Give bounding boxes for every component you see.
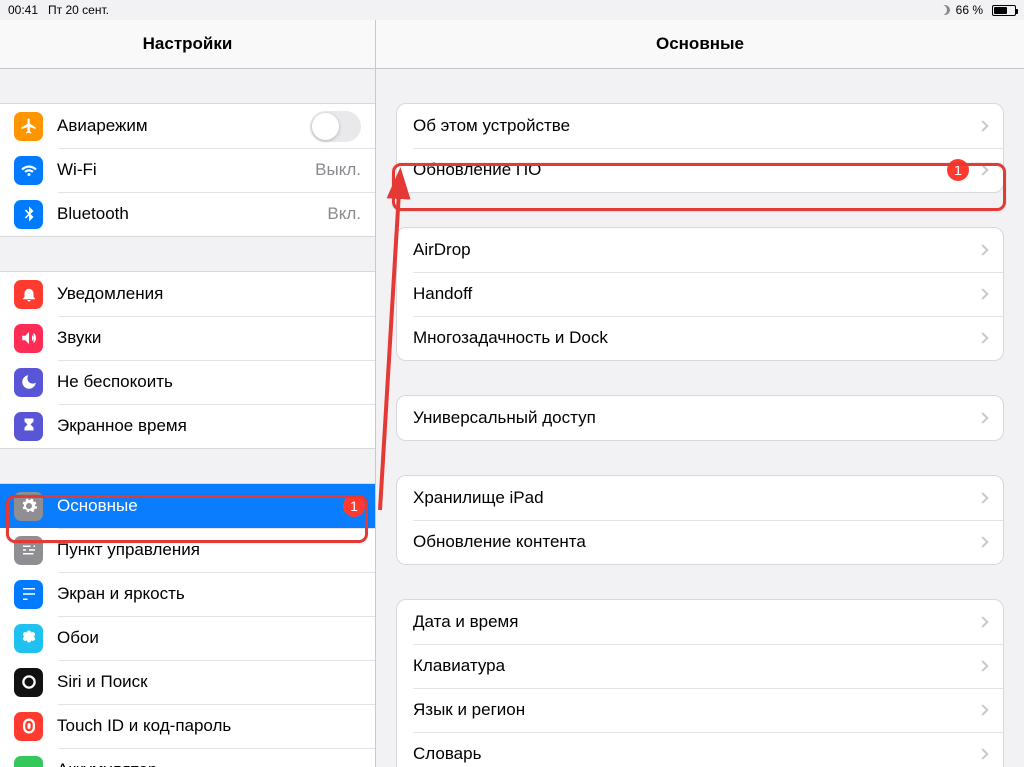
sidebar-item-label: Экран и яркость — [57, 584, 185, 604]
chevron-right-icon — [977, 748, 988, 759]
detail-row[interactable]: Словарь — [397, 732, 1003, 767]
detail-row[interactable]: Handoff — [397, 272, 1003, 316]
detail-row-label: Универсальный доступ — [413, 408, 596, 428]
battery-icon — [14, 756, 43, 767]
dnd-icon — [940, 5, 950, 15]
badge: 1 — [947, 159, 969, 181]
detail-row-label: Дата и время — [413, 612, 518, 632]
detail-row[interactable]: Универсальный доступ — [397, 396, 1003, 440]
sidebar-item-screentime[interactable]: Экранное время — [0, 404, 375, 448]
sidebar-item-label: Аккумулятор — [57, 760, 157, 767]
flower-icon — [14, 624, 43, 653]
fingerprint-icon — [14, 712, 43, 741]
detail-header: Основные — [376, 20, 1024, 69]
sidebar-item-siri[interactable]: Siri и Поиск — [0, 660, 375, 704]
detail-row-label: Handoff — [413, 284, 472, 304]
chevron-right-icon — [977, 120, 988, 131]
status-battery-pct: 66 % — [956, 3, 983, 17]
sidebar-item-battery[interactable]: Аккумулятор — [0, 748, 375, 767]
chevron-right-icon — [977, 332, 988, 343]
sidebar-item-label: Siri и Поиск — [57, 672, 148, 692]
chevron-right-icon — [977, 704, 988, 715]
sidebar-title: Настройки — [143, 34, 233, 54]
chevron-right-icon — [977, 164, 988, 175]
detail-row-label: Многозадачность и Dock — [413, 328, 608, 348]
hourglass-icon — [14, 412, 43, 441]
status-date: Пт 20 сент. — [48, 3, 109, 17]
siri-icon — [14, 668, 43, 697]
detail-row-label: Язык и регион — [413, 700, 525, 720]
sidebar-item-wallpaper[interactable]: Обои — [0, 616, 375, 660]
badge: 1 — [343, 495, 365, 517]
detail-row-label: Обновление контента — [413, 532, 586, 552]
chevron-right-icon — [977, 244, 988, 255]
detail-row-label: Хранилище iPad — [413, 488, 544, 508]
gear-icon — [14, 492, 43, 521]
chevron-right-icon — [977, 660, 988, 671]
detail-row[interactable]: Дата и время — [397, 600, 1003, 644]
detail-row[interactable]: Об этом устройстве — [397, 104, 1003, 148]
detail-row-label: Словарь — [413, 744, 481, 764]
sidebar-item-controlcenter[interactable]: Пункт управления — [0, 528, 375, 572]
sidebar-item-touchid[interactable]: Touch ID и код-пароль — [0, 704, 375, 748]
detail-row[interactable]: Клавиатура — [397, 644, 1003, 688]
sidebar-item-label: Пункт управления — [57, 540, 200, 560]
chevron-right-icon — [977, 616, 988, 627]
moon-icon — [14, 368, 43, 397]
chevron-right-icon — [977, 412, 988, 423]
sidebar-item-label: Bluetooth — [57, 204, 129, 224]
sidebar-item-airplane[interactable]: Авиарежим — [0, 104, 375, 148]
sidebar-item-general[interactable]: Основные 1 — [0, 484, 375, 528]
detail-row-label: Обновление ПО — [413, 160, 541, 180]
sidebar-item-bluetooth[interactable]: Bluetooth Вкл. — [0, 192, 375, 236]
detail-row[interactable]: Язык и регион — [397, 688, 1003, 732]
detail-row-label: AirDrop — [413, 240, 471, 260]
sidebar-item-label: Не беспокоить — [57, 372, 173, 392]
battery-icon — [989, 5, 1016, 16]
detail-row-label: Клавиатура — [413, 656, 505, 676]
sidebar-item-value: Вкл. — [327, 204, 361, 224]
chevron-right-icon — [977, 492, 988, 503]
sidebar-item-dnd[interactable]: Не беспокоить — [0, 360, 375, 404]
status-bar: 00:41 Пт 20 сент. 66 % — [0, 0, 1024, 20]
sidebar-item-wifi[interactable]: Wi-Fi Выкл. — [0, 148, 375, 192]
sidebar-item-notifications[interactable]: Уведомления — [0, 272, 375, 316]
detail-pane: Основные Об этом устройстве Обновление ПО… — [376, 20, 1024, 767]
sidebar-header: Настройки — [0, 20, 375, 69]
sidebar-item-label: Уведомления — [57, 284, 163, 304]
wifi-icon — [14, 156, 43, 185]
sidebar-item-label: Touch ID и код-пароль — [57, 716, 231, 736]
bluetooth-icon — [14, 200, 43, 229]
text-icon — [14, 580, 43, 609]
status-time: 00:41 — [8, 3, 38, 17]
detail-row[interactable]: Обновление ПО 1 — [397, 148, 1003, 192]
sliders-icon — [14, 536, 43, 565]
detail-row-label: Об этом устройстве — [413, 116, 570, 136]
sidebar-item-label: Wi-Fi — [57, 160, 97, 180]
detail-row[interactable]: Хранилище iPad — [397, 476, 1003, 520]
sidebar-item-sounds[interactable]: Звуки — [0, 316, 375, 360]
airplane-icon — [14, 112, 43, 141]
detail-row[interactable]: Обновление контента — [397, 520, 1003, 564]
sidebar-item-label: Обои — [57, 628, 99, 648]
detail-row[interactable]: AirDrop — [397, 228, 1003, 272]
bell-icon — [14, 280, 43, 309]
detail-title: Основные — [656, 34, 744, 54]
toggle[interactable] — [310, 111, 361, 142]
chevron-right-icon — [977, 536, 988, 547]
sidebar-item-value: Выкл. — [315, 160, 361, 180]
detail-row[interactable]: Многозадачность и Dock — [397, 316, 1003, 360]
sidebar-item-label: Звуки — [57, 328, 101, 348]
sidebar-item-display[interactable]: Экран и яркость — [0, 572, 375, 616]
settings-sidebar: Настройки Авиарежим Wi-Fi Выкл. Bluetooth Вк… — [0, 20, 376, 767]
speaker-icon — [14, 324, 43, 353]
sidebar-item-label: Основные — [57, 496, 138, 516]
chevron-right-icon — [977, 288, 988, 299]
sidebar-item-label: Авиарежим — [57, 116, 148, 136]
sidebar-item-label: Экранное время — [57, 416, 187, 436]
